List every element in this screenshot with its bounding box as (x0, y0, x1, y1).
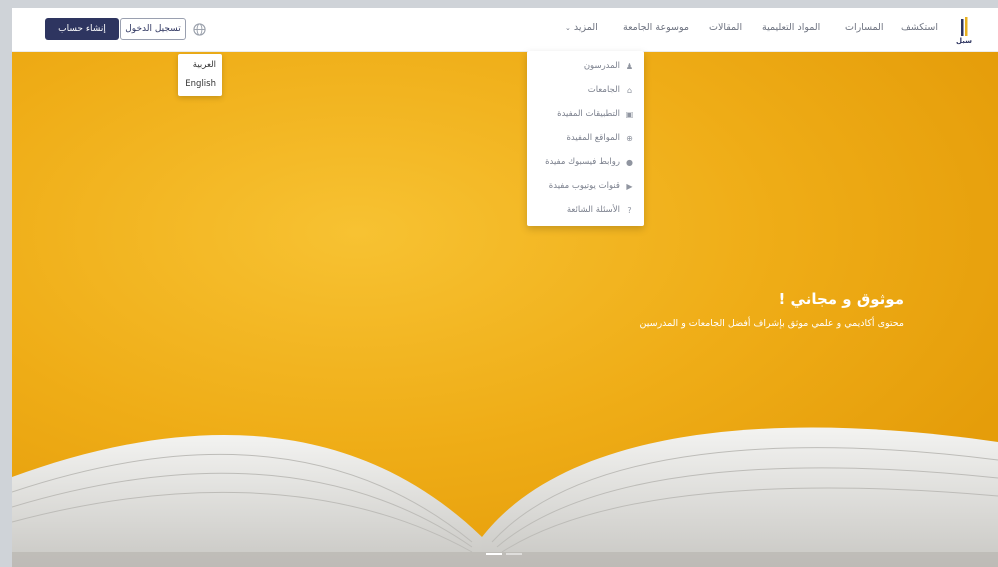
more-item-youtube-channels[interactable]: ▶ قنوات يوتيوب مفيدة (549, 179, 634, 193)
globe-icon[interactable] (193, 23, 206, 36)
browser-page: إنشاء حساب تسجيل الدخول ⌄ المزيد موسوعة … (12, 8, 998, 567)
facebook-icon: ● (626, 157, 633, 167)
more-item-facebook-links[interactable]: ● روابط فيسبوك مفيدة (545, 155, 634, 169)
hero-subtitle: محتوى أكاديمي و علمي موثق بإشراف أفضل ال… (639, 318, 904, 329)
more-item-useful-websites[interactable]: ⊕ المواقع المفيدة (566, 131, 634, 145)
websites-icon: ⊕ (626, 133, 633, 143)
nav-more[interactable]: ⌄ المزيد (565, 22, 598, 33)
signup-button[interactable]: إنشاء حساب (45, 18, 119, 40)
open-book-image (12, 427, 998, 567)
logo-text: سبل (956, 37, 972, 45)
chevron-down-icon: ⌄ (565, 24, 571, 32)
nav-explore[interactable]: استكشف (901, 22, 938, 33)
top-navbar: إنشاء حساب تسجيل الدخول ⌄ المزيد موسوعة … (12, 8, 998, 52)
hero-banner: موثوق و مجاني ! محتوى أكاديمي و علمي موث… (12, 52, 998, 567)
more-dropdown: ♟ المدرسون ⌂ الجامعات ▣ التطبيقات المفيد… (527, 51, 644, 226)
language-dropdown: العربية English (178, 54, 222, 96)
question-icon: ? (627, 205, 632, 215)
language-english[interactable]: English (185, 79, 216, 89)
youtube-icon: ▶ (626, 181, 633, 191)
more-item-faq[interactable]: ? الأسئلة الشائعة (567, 203, 634, 217)
nav-learning-materials[interactable]: المواد التعليمية (762, 22, 820, 33)
login-button[interactable]: تسجيل الدخول (120, 18, 186, 40)
nav-paths[interactable]: المسارات (845, 22, 884, 33)
teachers-icon: ♟ (625, 61, 634, 71)
more-item-teachers[interactable]: ♟ المدرسون (584, 59, 634, 73)
nav-articles[interactable]: المقالات (709, 22, 742, 33)
slider-dot[interactable] (506, 553, 522, 555)
apps-icon: ▣ (625, 109, 634, 119)
hero-title: موثوق و مجاني ! (778, 290, 904, 308)
university-icon: ⌂ (626, 85, 633, 95)
more-item-universities[interactable]: ⌂ الجامعات (588, 83, 634, 97)
more-item-useful-apps[interactable]: ▣ التطبيقات المفيدة (557, 107, 634, 121)
slider-dot-active[interactable] (486, 553, 502, 555)
nav-university-encyclopedia[interactable]: موسوعة الجامعة (623, 22, 689, 33)
language-arabic[interactable]: العربية (193, 60, 216, 70)
